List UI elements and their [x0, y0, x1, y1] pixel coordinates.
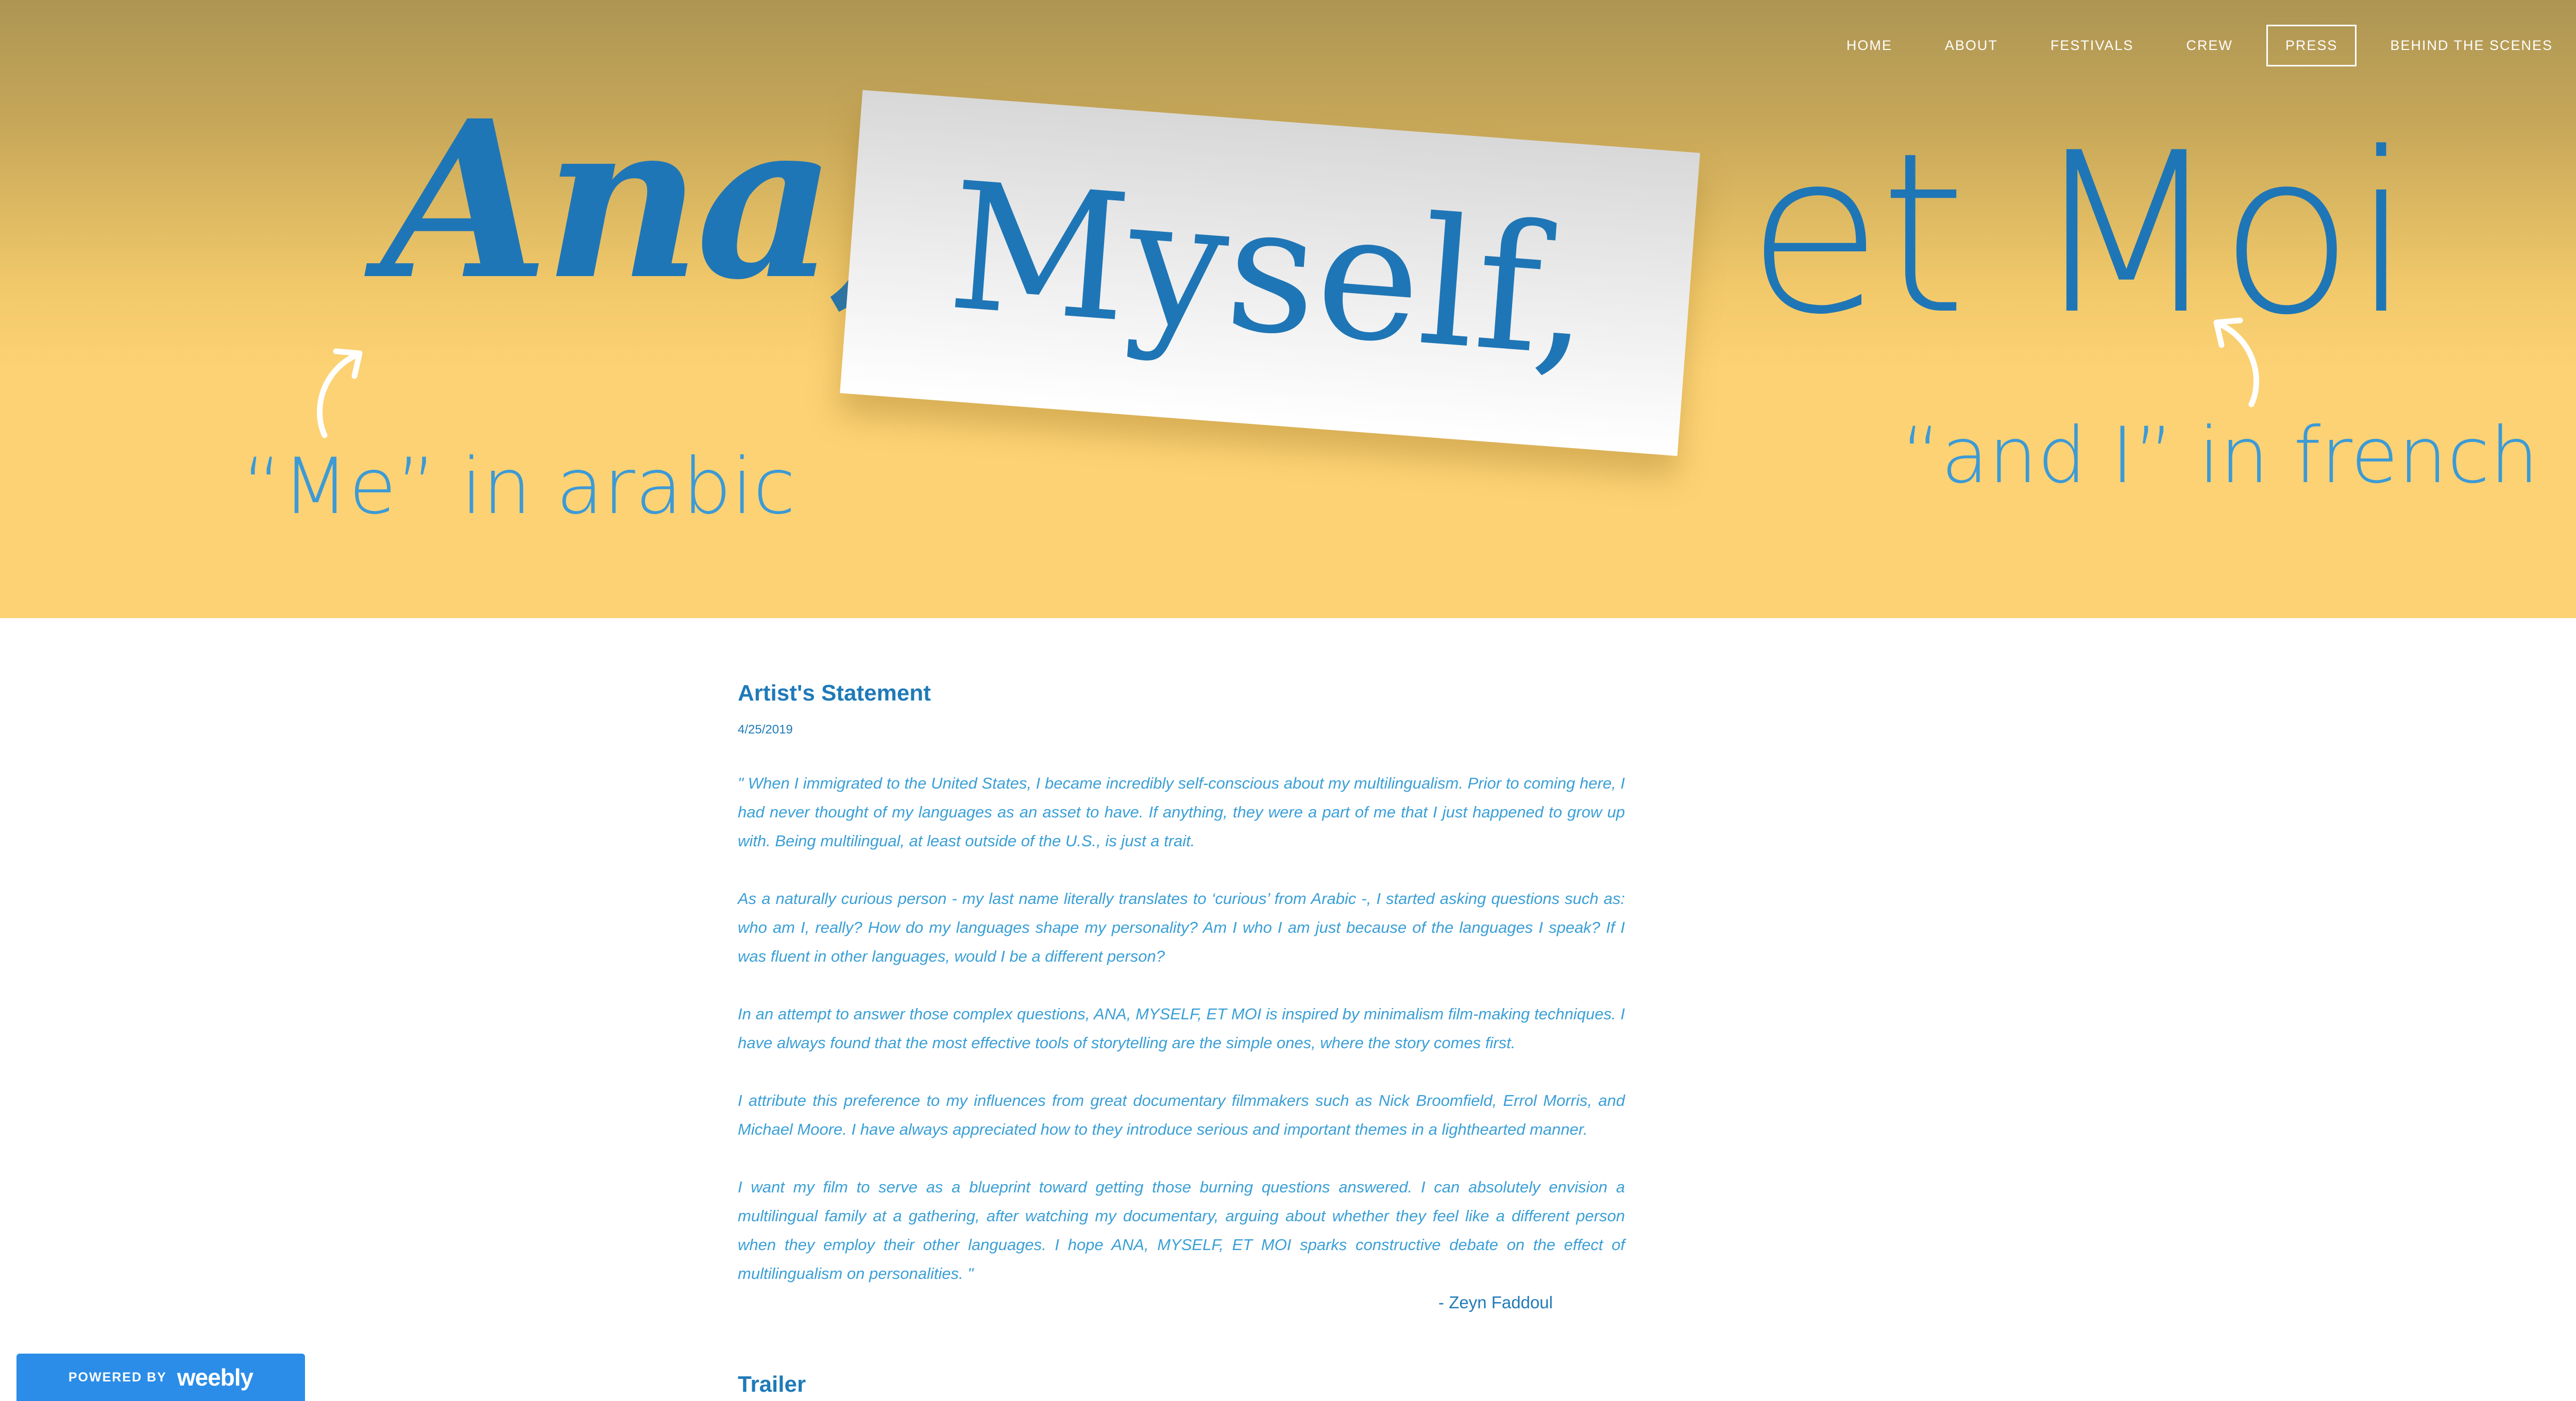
post-title[interactable]: Artist's Statement: [738, 680, 1625, 707]
curved-arrow-up-right-icon: [316, 348, 363, 438]
post-signature: - Zeyn Faddoul: [1438, 1292, 1553, 1312]
main-navigation: HOME ABOUT FESTIVALS CREW PRESS BEHIND T…: [1827, 25, 2572, 66]
post-paragraph: In an attempt to answer those complex qu…: [738, 1004, 1625, 1052]
site-header: HOME ABOUT FESTIVALS CREW PRESS BEHIND T…: [0, 0, 2576, 618]
nav-item-home[interactable]: HOME: [1827, 25, 1911, 66]
post-body: " When I immigrated to the United States…: [738, 769, 1625, 1288]
nav-item-about[interactable]: ABOUT: [1926, 25, 2017, 66]
banner-note-me-in-arabic: “Me” in arabic: [242, 442, 796, 532]
nav-item-crew[interactable]: CREW: [2167, 25, 2252, 66]
banner-paper-card: Myself,: [840, 90, 1700, 456]
post-date: 4/25/2019: [738, 722, 793, 737]
trailer-post-title[interactable]: Trailer: [738, 1371, 806, 1398]
post-paragraph: " When I immigrated to the United States…: [738, 774, 1625, 850]
banner-word-et-moi: et Moi: [1747, 106, 2413, 363]
banner-note-and-i-in-french: “and I” in french: [1901, 411, 2539, 501]
powered-by-weebly-badge[interactable]: POWERED BY weebly: [16, 1354, 305, 1401]
post-paragraph: As a naturally curious person - my last …: [738, 889, 1625, 965]
banner-word-myself: Myself,: [942, 144, 1598, 397]
banner-word-ana: Ana,: [381, 74, 907, 328]
post-paragraph: I want my film to serve as a blueprint t…: [738, 1177, 1625, 1283]
blog-post: Artist's Statement 4/25/2019 " When I im…: [738, 680, 1625, 1313]
nav-item-behind-the-scenes[interactable]: BEHIND THE SCENES: [2371, 25, 2572, 66]
nav-item-festivals[interactable]: FESTIVALS: [2031, 25, 2153, 66]
weebly-logo: weebly: [177, 1364, 253, 1391]
nav-item-press[interactable]: PRESS: [2266, 25, 2357, 66]
powered-by-label: POWERED BY: [68, 1370, 167, 1385]
curved-arrow-up-left-icon: [2213, 317, 2260, 407]
post-paragraph: I attribute this preference to my influe…: [738, 1091, 1625, 1138]
